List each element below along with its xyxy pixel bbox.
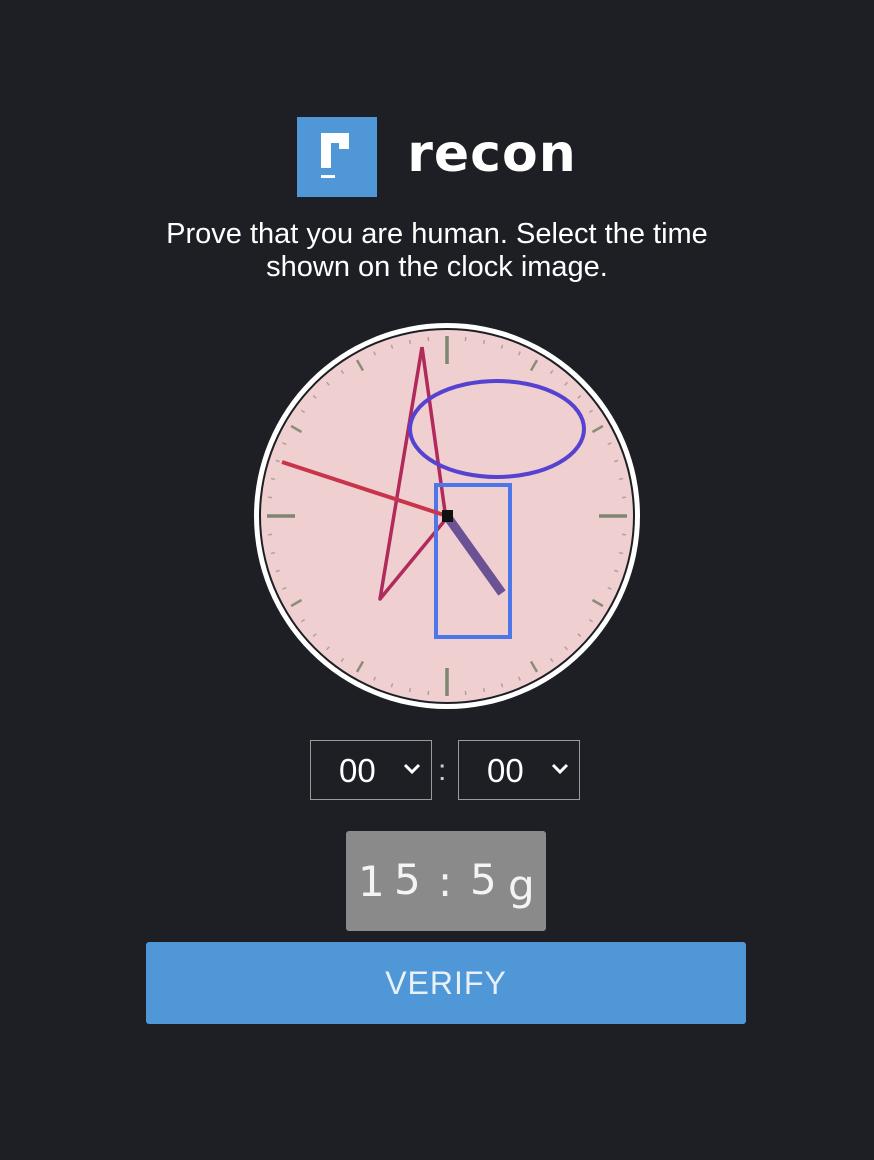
verify-button[interactable]: VERIFY xyxy=(146,942,746,1024)
brand-header: recon xyxy=(0,115,874,199)
clock-tick xyxy=(618,551,624,555)
captcha-char: : xyxy=(438,857,453,906)
logo-icon xyxy=(297,117,378,197)
captcha-image: 1 5 : 5 g xyxy=(346,831,546,931)
captcha-char: 5 xyxy=(470,855,497,904)
clock-tick xyxy=(482,687,486,693)
instructions-line-2: shown on the clock image. xyxy=(266,251,608,283)
brand-name: recon xyxy=(407,124,577,184)
time-separator: : xyxy=(438,754,447,787)
clock-image xyxy=(254,323,640,709)
instructions-text: Prove that you are human. Select the tim… xyxy=(137,218,737,284)
clock-tick xyxy=(270,551,276,555)
captcha-char: 5 xyxy=(394,855,421,904)
chevron-down-icon xyxy=(551,763,569,775)
clock-tick xyxy=(270,477,276,481)
time-selectors: 00 : 00 xyxy=(310,740,582,802)
captcha-char: 1 xyxy=(358,857,385,906)
minutes-value: 00 xyxy=(487,752,524,789)
clock-center xyxy=(442,510,453,522)
minutes-select[interactable]: 00 xyxy=(458,740,580,800)
chevron-down-icon xyxy=(403,763,421,775)
hours-select[interactable]: 00 xyxy=(310,740,432,800)
instructions-line-1: Prove that you are human. Select the tim… xyxy=(166,218,708,250)
clock-tick xyxy=(408,339,412,345)
clock-tick xyxy=(482,339,486,345)
clock-tick xyxy=(408,687,412,693)
captcha-char: g xyxy=(508,861,535,910)
hours-value: 00 xyxy=(339,752,376,789)
clock-tick xyxy=(618,477,624,481)
